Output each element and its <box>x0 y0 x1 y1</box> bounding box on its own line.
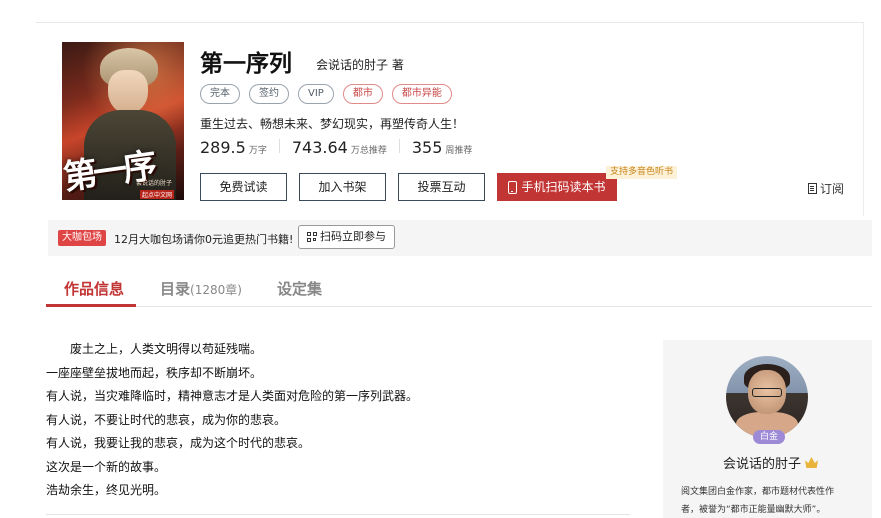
action-buttons: 免费试读 加入书架 投票互动 手机扫码读本书 <box>200 173 617 201</box>
active-tab-indicator <box>46 304 136 307</box>
cover-author: 会说话的肘子 <box>136 180 173 187</box>
synopsis-line: 废土之上，人类文明得以苟延残喘。 <box>70 342 263 356</box>
vote-button[interactable]: 投票互动 <box>398 173 485 201</box>
author-level-badge: 白金 <box>753 430 786 444</box>
book-title: 第一序列 <box>200 50 292 76</box>
stat-value: 743.64 <box>291 138 348 157</box>
tag-vip: VIP <box>298 84 334 104</box>
stat-weekly-recommend: 355 周推荐 <box>412 138 473 157</box>
tab-catalog[interactable]: 目录(1280章) <box>160 278 242 299</box>
scan-join-button[interactable]: 扫码立即参与 <box>298 225 395 249</box>
tab-settings-collection[interactable]: 设定集 <box>277 278 322 299</box>
tab-work-info[interactable]: 作品信息 <box>64 278 124 299</box>
stat-value: 289.5 <box>200 138 246 157</box>
stat-unit: 周推荐 <box>445 146 473 156</box>
cover-figure-face <box>108 70 148 114</box>
synopsis-line: 一座座壁垒拔地而起，秩序却不断崩坏。 <box>46 365 263 380</box>
tab-label: 目录 <box>160 280 191 298</box>
stat-unit: 万总推荐 <box>350 146 387 156</box>
book-author[interactable]: 会说话的肘子 著 <box>316 56 404 73</box>
add-to-shelf-button[interactable]: 加入书架 <box>299 173 386 201</box>
scan-read-label: 手机扫码读本书 <box>521 180 606 194</box>
book-cover[interactable]: 第一序列 会说话的肘子 起点中文网 <box>62 42 184 200</box>
tag-list: 完本 签约 VIP 都市 都市异能 <box>200 84 452 104</box>
author-bio: 阅文集团白金作家，都市题材代表性作 者，被誉为“都市正能量幽默大师”。 <box>681 483 861 518</box>
tab-chapter-count: (1280章) <box>190 283 242 297</box>
author-name: 会说话的肘子 <box>723 457 802 472</box>
synopsis-line: 浩劫余生，终见光明。 <box>46 483 167 497</box>
author-avatar[interactable] <box>726 356 808 438</box>
stat-total-recommend: 743.64 万总推荐 <box>292 138 387 157</box>
tab-bar: 作品信息 目录(1280章) 设定集 <box>46 270 872 307</box>
tag-signed: 签约 <box>249 84 289 104</box>
scan-join-label: 扫码立即参与 <box>320 230 386 243</box>
qr-code-icon <box>307 232 317 242</box>
promo-text: 12月大咖包场请你0元追更热门书籍! <box>114 233 294 246</box>
crown-icon <box>805 457 819 468</box>
free-read-button[interactable]: 免费试读 <box>200 173 287 201</box>
synopsis-line: 有人说，当灾难降临时，精神意志才是人类面对危险的第一序列武器。 <box>46 389 419 403</box>
subscribe-link[interactable]: 订阅 <box>808 180 844 197</box>
audio-support-badge: 支持多音色听书 <box>606 166 678 179</box>
author-bio-line: 阅文集团白金作家，都市题材代表性作 <box>681 487 835 497</box>
tag-category[interactable]: 都市 <box>342 84 383 104</box>
stat-value: 355 <box>411 138 443 157</box>
synopsis-line: 这次是一个新的故事。 <box>46 459 167 474</box>
promo-badge: 大咖包场 <box>58 230 106 246</box>
book-stats: 289.5 万字 743.64 万总推荐 355 周推荐 <box>200 138 472 157</box>
section-divider <box>46 514 630 515</box>
stat-unit: 万字 <box>248 146 267 156</box>
promo-banner: 大咖包场 12月大咖包场请你0元追更热门书籍! 扫码立即参与 <box>48 220 872 256</box>
avatar-glasses <box>752 388 782 397</box>
phone-icon <box>508 180 518 194</box>
author-name-row[interactable]: 会说话的肘子 <box>723 453 819 472</box>
tab-label: 设定集 <box>277 280 323 298</box>
author-card: 白金 会说话的肘子 阅文集团白金作家，都市题材代表性作 者，被誉为“都市正能量幽… <box>663 340 872 518</box>
tab-label: 作品信息 <box>64 280 125 298</box>
tag-subcategory[interactable]: 都市异能 <box>391 84 452 104</box>
synopsis-line: 有人说，不要让时代的悲哀，成为你的悲哀。 <box>46 412 287 427</box>
synopsis-line: 有人说，我要让我的悲哀，成为这个时代的悲哀。 <box>46 436 311 450</box>
stat-word-count: 289.5 万字 <box>200 138 267 157</box>
document-icon <box>808 183 817 194</box>
author-bio-line: 者，被誉为“都市正能量幽默大师”。 <box>681 505 826 515</box>
stat-divider <box>398 139 400 153</box>
tag-status: 完本 <box>200 84 240 104</box>
cover-publisher: 起点中文网 <box>140 190 175 199</box>
stat-divider <box>278 139 280 153</box>
scan-read-button[interactable]: 手机扫码读本书 <box>497 173 617 201</box>
subscribe-label: 订阅 <box>820 182 845 196</box>
synopsis: 废土之上，人类文明得以苟延残喘。 一座座壁垒拔地而起，秩序却不断崩坏。 有人说，… <box>46 338 418 503</box>
book-intro: 重生过去、畅想未来、梦幻现实，再塑传奇人生！ <box>200 117 465 131</box>
